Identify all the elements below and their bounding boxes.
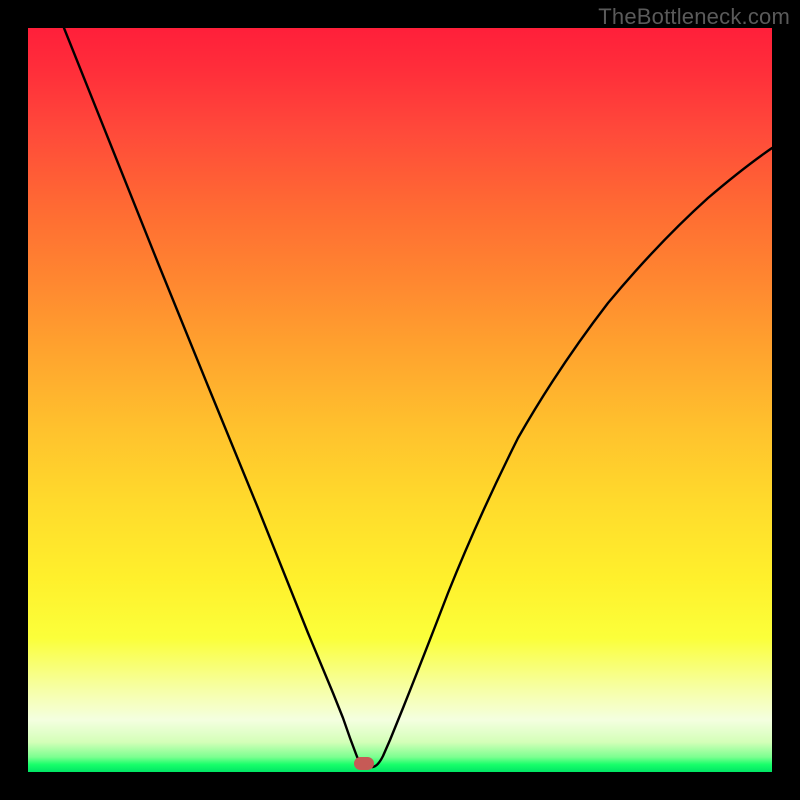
chart-frame: TheBottleneck.com: [0, 0, 800, 800]
bottleneck-curve: [28, 28, 772, 772]
watermark-text: TheBottleneck.com: [598, 4, 790, 30]
bottleneck-marker: [354, 757, 374, 770]
plot-area: [28, 28, 772, 772]
